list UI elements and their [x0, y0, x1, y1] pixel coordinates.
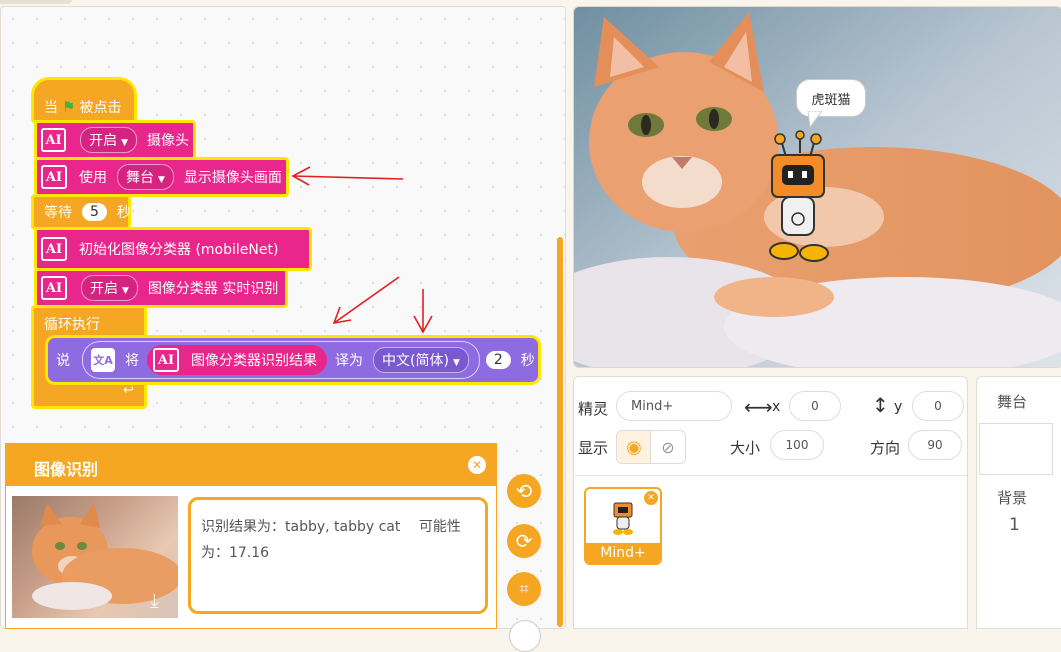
stage-canvas[interactable]: 虎斑猫	[573, 6, 1061, 368]
stage-title: 舞台	[997, 393, 1028, 411]
x-label: x	[772, 399, 781, 415]
x-arrow-icon: ⟷	[744, 395, 773, 419]
direction-label: 方向	[870, 439, 901, 457]
backdrop-label: 背景	[997, 489, 1028, 507]
stage-selector-panel[interactable]: 舞台 背景 1	[976, 376, 1061, 629]
mind-plus-sprite[interactable]	[764, 129, 834, 269]
sprite-thumb-label: Mind+	[586, 543, 660, 563]
sprite-thumbnail[interactable]: ✕ Mind+	[584, 487, 662, 565]
y-arrow-icon: ↕	[872, 393, 889, 417]
show-label: 显示	[578, 439, 609, 457]
sprite-name-input[interactable]: Mind+	[616, 391, 732, 421]
download-icon[interactable]: ⤓	[150, 588, 159, 612]
popup-title: 图像识别	[34, 460, 99, 479]
sprite-delete-icon[interactable]: ✕	[644, 491, 658, 505]
popup-header: 图像识别 ✕	[6, 444, 496, 486]
close-icon[interactable]: ✕	[468, 456, 486, 474]
size-label: 大小	[730, 439, 761, 457]
y-label: y	[894, 399, 903, 415]
size-input[interactable]: 100	[770, 430, 824, 460]
image-recognition-popup: 图像识别 ✕ ⤓ 识别结果为：tabby, tabby cat 可能性为：17.…	[5, 443, 497, 629]
recognition-result-box: 识别结果为：tabby, tabby cat 可能性为：17.16	[188, 497, 488, 614]
show-visible-button[interactable]: ◉	[616, 430, 652, 464]
direction-input[interactable]: 90	[908, 430, 962, 460]
result-text: 识别结果为：tabby, tabby cat 可能性为：17.16	[201, 519, 461, 561]
undo-button[interactable]: ⟲	[507, 474, 541, 508]
y-input[interactable]: 0	[912, 391, 964, 421]
sprite-info-panel: 精灵 Mind+ ⟷ x 0 ↕ y 0 显示 ◉ ⊘ 大小 100 方向 90…	[573, 376, 968, 629]
speech-tail	[807, 111, 823, 129]
sprite-list-divider	[574, 475, 967, 476]
top-tab	[0, 0, 72, 4]
camera-thumbnail: ⤓	[12, 496, 178, 618]
speech-text: 虎斑猫	[811, 92, 851, 108]
x-input[interactable]: 0	[789, 391, 841, 421]
show-hidden-button[interactable]: ⊘	[650, 430, 686, 464]
zoom-button[interactable]	[509, 620, 541, 652]
eye-slash-icon: ⊘	[661, 437, 675, 457]
sprite-label: 精灵	[578, 400, 609, 418]
code-scrollbar[interactable]	[557, 237, 563, 627]
backdrop-count: 1	[1009, 515, 1020, 535]
eye-icon: ◉	[626, 436, 642, 458]
stage-thumbnail[interactable]	[979, 423, 1053, 475]
sprite-thumb-icon	[613, 502, 633, 535]
crop-button[interactable]: ⌗	[507, 572, 541, 606]
redo-button[interactable]: ⟳	[507, 524, 541, 558]
